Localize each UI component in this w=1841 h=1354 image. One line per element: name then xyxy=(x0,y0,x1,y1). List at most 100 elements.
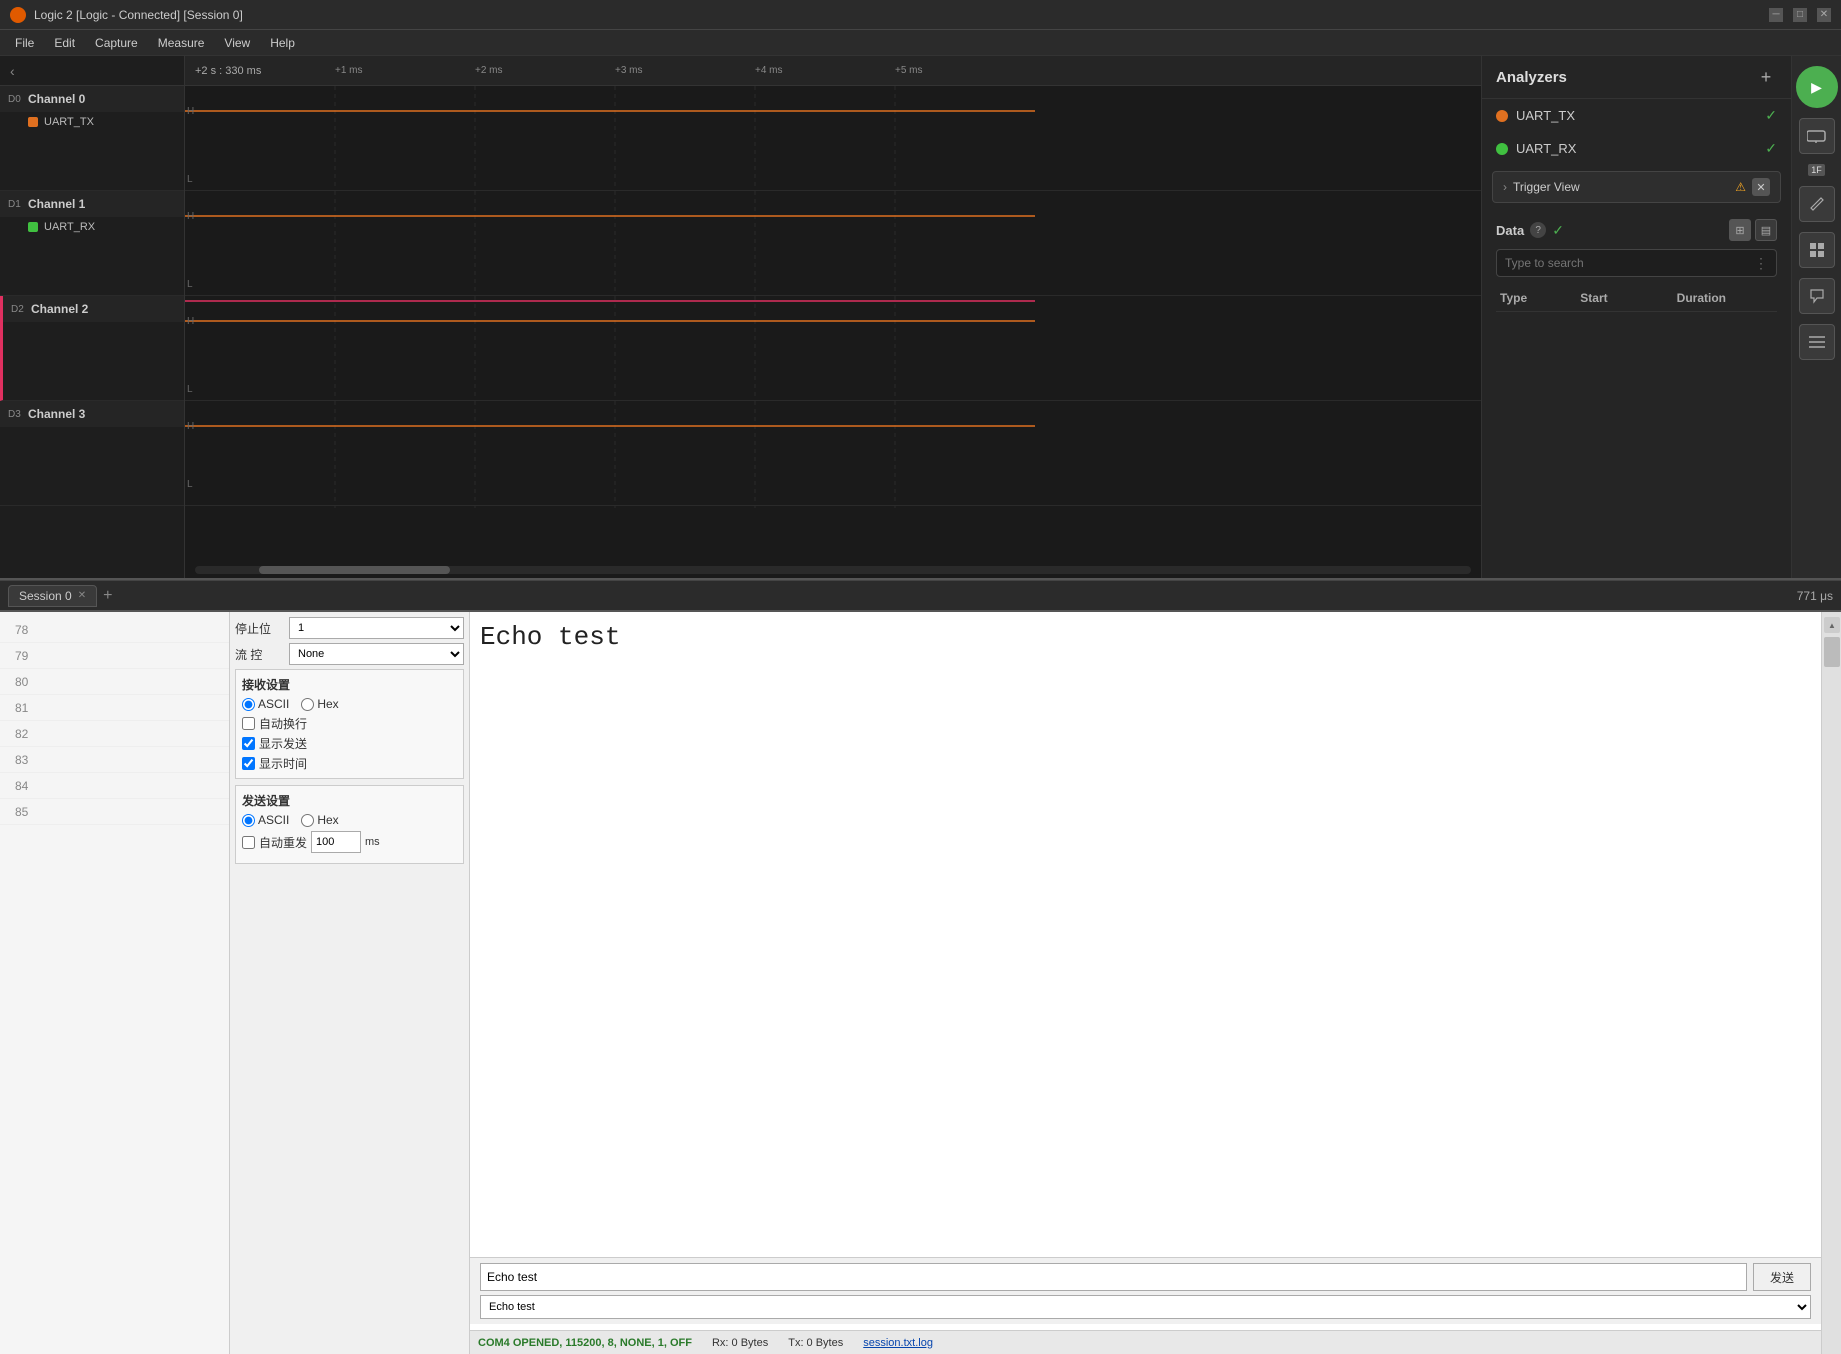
menu-bar: File Edit Capture Measure View Help xyxy=(0,30,1841,56)
tx-status: Tx: 0 Bytes xyxy=(788,1337,843,1349)
trigger-close-button[interactable]: ✕ xyxy=(1752,178,1770,196)
send-button[interactable]: 发送 xyxy=(1753,1263,1811,1291)
channel-3-waveform: H L xyxy=(185,401,1481,506)
auto-repeat-check[interactable] xyxy=(242,836,255,849)
list-view-button[interactable]: ▤ xyxy=(1755,219,1777,241)
auto-newline-check[interactable] xyxy=(242,717,255,730)
add-analyzer-button[interactable]: + xyxy=(1755,66,1777,88)
channel-1-name: Channel 1 xyxy=(28,197,85,211)
uart-tx-dot xyxy=(1496,110,1508,122)
col-type-header: Type xyxy=(1500,291,1580,305)
receive-ascii-radio[interactable] xyxy=(242,698,255,711)
layout-icon xyxy=(1809,242,1825,258)
data-status-check: ✓ xyxy=(1552,222,1564,239)
menu-view[interactable]: View xyxy=(214,34,260,52)
session-tab-0[interactable]: Session 0 ✕ xyxy=(8,585,97,607)
layout-button[interactable] xyxy=(1799,232,1835,268)
play-button[interactable]: ▶ xyxy=(1796,66,1838,108)
line-num-84: 84 xyxy=(0,773,229,799)
ch2-h-label: H xyxy=(187,316,194,327)
pencil-icon xyxy=(1809,196,1825,212)
scroll-thumb[interactable] xyxy=(1824,637,1840,667)
receive-settings: 接收设置 ASCII Hex 自动换行 xyxy=(235,669,464,779)
device-button[interactable] xyxy=(1799,118,1835,154)
ch1-l-label: L xyxy=(187,279,193,290)
flow-control-label: 流 控 xyxy=(235,646,285,663)
analyzers-panel: Analyzers + UART_TX ✓ UART_RX ✓ › Trigge… xyxy=(1481,56,1791,578)
right-scrollbar[interactable]: ▲ xyxy=(1821,612,1841,1354)
send-text-input[interactable] xyxy=(480,1263,1747,1291)
line-num-79: 79 xyxy=(0,643,229,669)
auto-newline-label[interactable]: 自动换行 xyxy=(242,715,457,732)
scroll-up[interactable]: ▲ xyxy=(1824,617,1840,633)
flow-control-select[interactable]: None RTS/CTS XON/XOFF xyxy=(289,643,464,665)
auto-repeat-label[interactable]: 自动重发 xyxy=(242,834,307,851)
h-scrollbar-thumb[interactable] xyxy=(259,566,450,574)
show-time-check[interactable] xyxy=(242,757,255,770)
rx-status: Rx: 0 Bytes xyxy=(712,1337,768,1349)
channel-row-0: D0 Channel 0 UART_TX xyxy=(0,86,184,191)
close-button[interactable]: ✕ xyxy=(1817,8,1831,22)
data-header: Data ? ✓ ⊞ ▤ xyxy=(1496,219,1777,241)
maximize-button[interactable]: □ xyxy=(1793,8,1807,22)
session-tabs: Session 0 ✕ + 771 μs xyxy=(0,580,1841,610)
waveform-area[interactable]: +2 s : 330 ms +1 ms +2 ms +3 ms +4 ms +5… xyxy=(185,56,1481,578)
menu-measure[interactable]: Measure xyxy=(148,34,215,52)
show-send-label[interactable]: 显示发送 xyxy=(242,735,457,752)
receive-title: 接收设置 xyxy=(242,676,457,693)
session-tab-close[interactable]: ✕ xyxy=(78,590,86,601)
time-marker-3: +3 ms xyxy=(615,65,643,76)
menu-help[interactable]: Help xyxy=(260,34,305,52)
send-hex-option[interactable]: Hex xyxy=(301,813,338,827)
session-tab-label: Session 0 xyxy=(19,589,72,603)
data-help-button[interactable]: ? xyxy=(1530,222,1546,238)
interval-input[interactable] xyxy=(311,831,361,853)
hamburger-icon xyxy=(1809,335,1825,349)
scroll-up-icon: ▲ xyxy=(1828,621,1836,630)
data-title: Data xyxy=(1496,223,1524,238)
session-add-button[interactable]: + xyxy=(103,587,112,605)
channel-1-header: D1 Channel 1 xyxy=(0,191,184,217)
channel-1-svg xyxy=(185,191,1481,296)
channel-1-id: D1 xyxy=(8,199,28,210)
chat-button[interactable] xyxy=(1799,278,1835,314)
time-marker-2: +2 ms xyxy=(475,65,503,76)
edit-button[interactable] xyxy=(1799,186,1835,222)
menu-edit[interactable]: Edit xyxy=(44,34,85,52)
ch0-l-label: L xyxy=(187,174,193,185)
h-scrollbar[interactable] xyxy=(195,566,1471,574)
channel-row-1: D1 Channel 1 UART_RX xyxy=(0,191,184,296)
show-time-label[interactable]: 显示时间 xyxy=(242,755,457,772)
send-ascii-option[interactable]: ASCII xyxy=(242,813,289,827)
minimize-button[interactable]: ─ xyxy=(1769,8,1783,22)
channel-3-header: D3 Channel 3 xyxy=(0,401,184,427)
ch0-h-label: H xyxy=(187,106,194,117)
channel-panel: ‹ D0 Channel 0 UART_TX D1 Channel 1 UART… xyxy=(0,56,185,578)
send-history-select[interactable]: Echo test xyxy=(480,1295,1811,1319)
line-num-81: 81 xyxy=(0,695,229,721)
table-view-button[interactable]: ⊞ xyxy=(1729,219,1751,241)
uart-tx-label: UART_TX xyxy=(1516,108,1757,123)
frame-badge: 1F xyxy=(1808,164,1825,176)
menu-file[interactable]: File xyxy=(5,34,44,52)
ch1-h-label: H xyxy=(187,211,194,222)
line-num-83: 83 xyxy=(0,747,229,773)
menu-lines-button[interactable] xyxy=(1799,324,1835,360)
menu-capture[interactable]: Capture xyxy=(85,34,148,52)
send-ascii-radio[interactable] xyxy=(242,814,255,827)
echo-text: Echo test xyxy=(480,622,620,652)
stop-bits-select[interactable]: 1 1.5 2 xyxy=(289,617,464,639)
receive-hex-option[interactable]: Hex xyxy=(301,697,338,711)
search-input[interactable] xyxy=(1505,250,1754,276)
collapse-icon[interactable]: ‹ xyxy=(10,63,15,79)
receive-hex-radio[interactable] xyxy=(301,698,314,711)
line-numbers: 78 79 80 81 82 83 84 85 xyxy=(0,612,230,1354)
channel-3-svg xyxy=(185,401,1481,508)
auto-newline-row: 自动换行 xyxy=(242,715,457,732)
trigger-view[interactable]: › Trigger View ⚠ ✕ xyxy=(1492,171,1781,203)
show-send-check[interactable] xyxy=(242,737,255,750)
receive-ascii-option[interactable]: ASCII xyxy=(242,697,289,711)
send-hex-radio[interactable] xyxy=(301,814,314,827)
search-menu-icon[interactable]: ⋮ xyxy=(1754,255,1768,272)
log-link[interactable]: session.txt.log xyxy=(863,1337,933,1349)
